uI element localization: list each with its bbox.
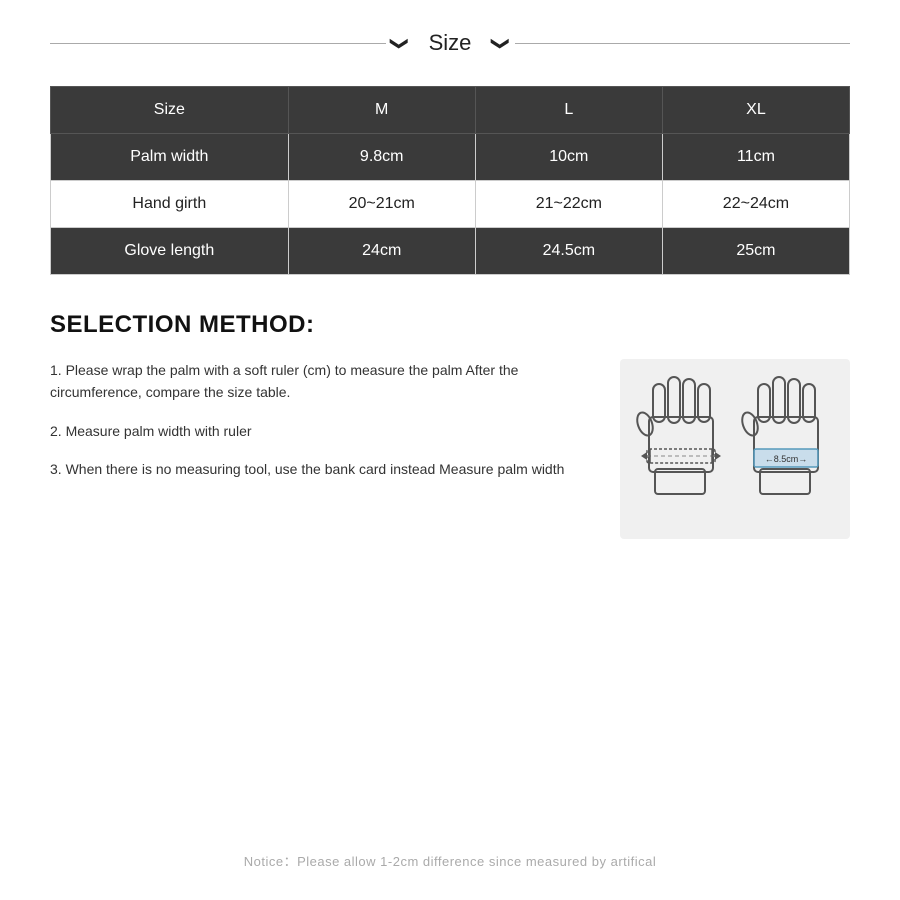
page-container: ❯ Size ❯ Size M L XL Palm width 9.8cm 10… bbox=[0, 0, 900, 900]
selection-method-title: SELECTION METHOD: bbox=[50, 311, 850, 339]
row-label-palm-width: Palm width bbox=[51, 134, 289, 181]
row-palm-width-l: 10cm bbox=[475, 134, 662, 181]
step-2: 2. Measure palm width with ruler bbox=[50, 420, 590, 442]
selection-steps: 1. Please wrap the palm with a soft rule… bbox=[50, 359, 590, 481]
table-header-row: Size M L XL bbox=[51, 87, 850, 134]
row-glove-length-m: 24cm bbox=[288, 228, 475, 275]
glove-svg: ←8.5cm→ bbox=[625, 364, 845, 534]
title-line-right bbox=[515, 43, 851, 44]
step-3: 3. When there is no measuring tool, use … bbox=[50, 458, 590, 480]
glove-illustration: ←8.5cm→ bbox=[620, 359, 850, 539]
chevron-down-right-icon[interactable]: ❯ bbox=[490, 35, 511, 50]
chevron-down-left-icon[interactable]: ❯ bbox=[389, 35, 410, 50]
row-label-hand-girth: Hand girth bbox=[51, 181, 289, 228]
col-header-xl: XL bbox=[662, 87, 849, 134]
row-hand-girth-l: 21~22cm bbox=[475, 181, 662, 228]
row-palm-width-m: 9.8cm bbox=[288, 134, 475, 181]
row-glove-length-l: 24.5cm bbox=[475, 228, 662, 275]
svg-text:←8.5cm→: ←8.5cm→ bbox=[765, 454, 808, 464]
col-header-l: L bbox=[475, 87, 662, 134]
table-row: Hand girth 20~21cm 21~22cm 22~24cm bbox=[51, 181, 850, 228]
col-header-m: M bbox=[288, 87, 475, 134]
selection-content: 1. Please wrap the palm with a soft rule… bbox=[50, 359, 850, 539]
section-title: Size bbox=[413, 30, 488, 56]
step-1: 1. Please wrap the palm with a soft rule… bbox=[50, 359, 590, 404]
notice-text: Notice：Please allow 1-2cm difference sin… bbox=[50, 851, 850, 870]
title-line-left bbox=[50, 43, 386, 44]
row-glove-length-xl: 25cm bbox=[662, 228, 849, 275]
size-table: Size M L XL Palm width 9.8cm 10cm 11cm H… bbox=[50, 86, 850, 275]
table-row: Palm width 9.8cm 10cm 11cm bbox=[51, 134, 850, 181]
row-palm-width-xl: 11cm bbox=[662, 134, 849, 181]
title-row: ❯ Size ❯ bbox=[50, 30, 850, 56]
col-header-size: Size bbox=[51, 87, 289, 134]
row-hand-girth-xl: 22~24cm bbox=[662, 181, 849, 228]
row-label-glove-length: Glove length bbox=[51, 228, 289, 275]
table-row: Glove length 24cm 24.5cm 25cm bbox=[51, 228, 850, 275]
row-hand-girth-m: 20~21cm bbox=[288, 181, 475, 228]
